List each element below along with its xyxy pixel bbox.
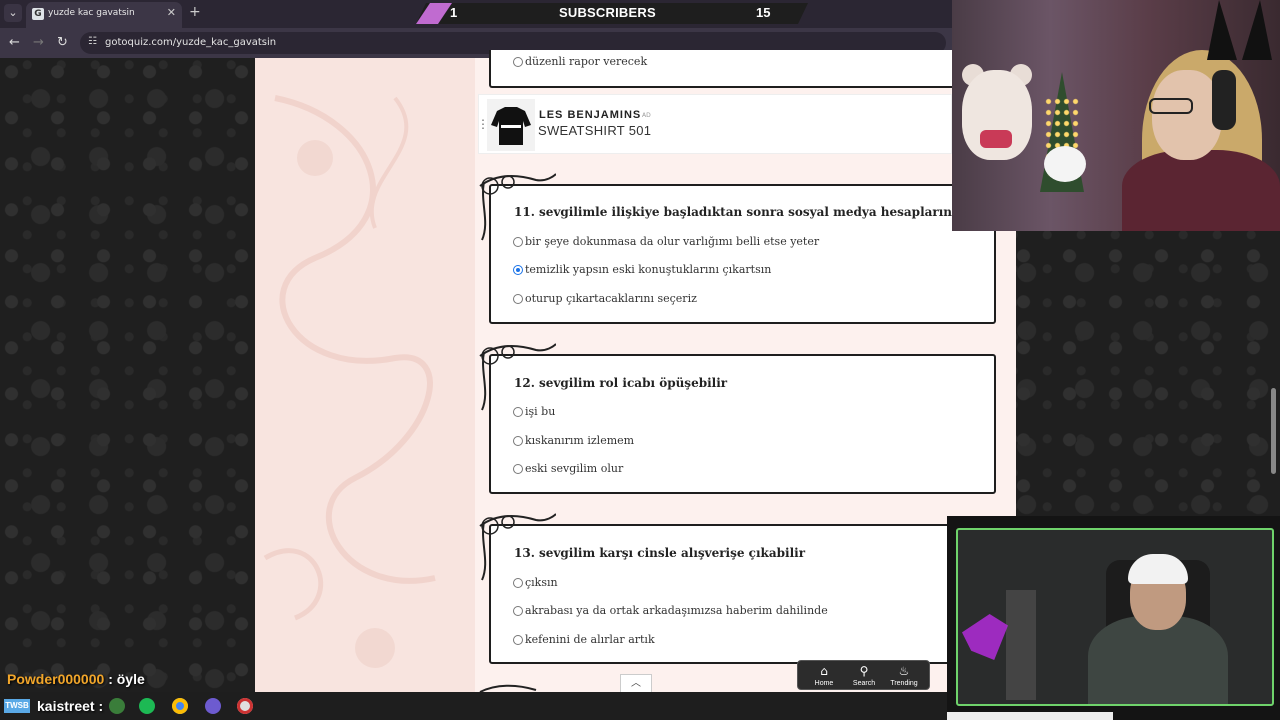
webcam-overlay-top [952, 0, 1280, 231]
nav-search-label: Search [852, 680, 876, 687]
ad-brand[interactable]: LES BENJAMINS [539, 109, 641, 121]
close-tab-icon[interactable]: ✕ [167, 6, 176, 19]
webcam-frame [956, 528, 1274, 706]
sweatshirt-image[interactable] [487, 99, 535, 151]
widget-badge: TWSB [4, 699, 30, 713]
ad-tag: AD [642, 112, 651, 119]
advertisement[interactable]: ⋮ LES BENJAMINS AD SWEATSHIRT 501 [477, 94, 952, 154]
site-bottom-nav: ⌂ Home ⚲ Search ♨ Trending [797, 660, 930, 690]
rog-logo [962, 614, 1008, 660]
headset [1212, 70, 1236, 130]
browser-tab[interactable]: G yuzde kac gavatsin ✕ [26, 2, 182, 28]
chrome-icon[interactable] [172, 698, 188, 714]
url-text[interactable]: gotoquiz.com/yuzde_kac_gavatsin [105, 37, 276, 48]
spotify-icon[interactable] [139, 698, 155, 714]
panda-plush [1044, 146, 1086, 182]
ad-product[interactable]: SWEATSHIRT 501 [538, 123, 651, 138]
option-label[interactable]: düzenli rapor verecek [525, 55, 647, 68]
glasses [1149, 98, 1193, 114]
radio-button-checked[interactable] [513, 265, 523, 275]
chat-username: Powder000000 [7, 671, 105, 687]
obs-icon[interactable] [237, 698, 253, 714]
question-title: 12. sevgilim rol icabı öpüşebilir [514, 376, 728, 390]
question-title: 11. sevgilimle ilişkiye başladıktan sonr… [514, 205, 969, 219]
search-icon: ⚲ [859, 664, 869, 678]
flame-icon: ♨ [898, 664, 910, 678]
option-label[interactable]: çıksın [525, 576, 558, 589]
tab-search-chevron-icon[interactable]: ⌄ [4, 4, 22, 22]
forward-arrow-icon[interactable]: → [33, 35, 44, 50]
option-label[interactable]: temizlik yapsın eski konuştuklarını çıka… [525, 263, 771, 276]
sweatshirt-icon [491, 107, 531, 145]
radio-button[interactable] [513, 635, 523, 645]
floral-decoration [255, 58, 475, 692]
subscriber-label: SUBSCRIBERS [559, 5, 656, 20]
option-label[interactable]: kıskanırım izlemem [525, 434, 634, 447]
game-app-icon[interactable] [109, 698, 125, 714]
floral-swirl-icon [263, 95, 436, 668]
beanie [1128, 554, 1188, 584]
nav-trending-label: Trending [890, 680, 918, 687]
nav-home[interactable]: ⌂ Home [804, 664, 844, 687]
nav-search[interactable]: ⚲ Search [844, 664, 884, 687]
back-arrow-icon[interactable]: ← [9, 35, 20, 50]
option-label[interactable]: eski sevgilim olur [525, 462, 623, 475]
monitor [1006, 590, 1036, 700]
subscriber-count: 1 [450, 5, 458, 20]
option-label[interactable]: kefenini de alırlar artık [525, 633, 655, 646]
question-title: 13. sevgilim karşı cinsle alışverişe çık… [514, 546, 806, 560]
option-label[interactable]: bir şeye dokunmasa da olur varlığımı bel… [525, 235, 819, 248]
new-tab-plus-icon[interactable]: + [189, 4, 201, 20]
scroll-to-top-button[interactable]: ︿ [620, 674, 652, 692]
chat-separator: : [108, 671, 113, 687]
nav-home-label: Home [814, 680, 834, 687]
nav-trending[interactable]: ♨ Trending [884, 664, 924, 687]
streamer-body [1122, 150, 1280, 231]
chat-text: öyle [116, 671, 145, 687]
radio-button[interactable] [513, 237, 523, 247]
horn-headband [1242, 0, 1272, 60]
radio-button[interactable] [513, 436, 523, 446]
screen: ⌄ G yuzde kac gavatsin ✕ + 1 SUBSCRIBERS… [0, 0, 1280, 720]
teddy-bear-bow [980, 130, 1012, 148]
chat-username: kaistreet [37, 698, 95, 714]
reload-icon[interactable]: ↻ [57, 35, 68, 50]
radio-button[interactable] [513, 578, 523, 588]
radio-button[interactable] [513, 57, 523, 67]
option-label[interactable]: oturup çıkartacaklarını seçeriz [525, 292, 697, 305]
page-scrollbar[interactable] [1271, 388, 1276, 474]
subscriber-goal: 15 [756, 5, 771, 20]
radio-button[interactable] [513, 464, 523, 474]
home-icon: ⌂ [820, 664, 828, 678]
site-favicon-icon: G [32, 8, 44, 20]
chat-separator: : [98, 698, 104, 714]
tab-title: yuzde kac gavatsin [48, 8, 135, 18]
webcam-footer-bar [947, 712, 1113, 720]
chat-message: kaistreet : [37, 698, 103, 714]
discord-icon[interactable] [205, 698, 221, 714]
option-label[interactable]: akrabası ya da ortak arkadaşımızsa haber… [525, 604, 828, 617]
radio-button[interactable] [513, 294, 523, 304]
radio-button[interactable] [513, 407, 523, 417]
chat-message: Powder000000 : öyle [7, 671, 145, 687]
site-info-icon[interactable]: ☷ [88, 36, 97, 47]
radio-button[interactable] [513, 606, 523, 616]
option-label[interactable]: işi bu [525, 405, 555, 418]
horn-headband [1207, 0, 1237, 60]
